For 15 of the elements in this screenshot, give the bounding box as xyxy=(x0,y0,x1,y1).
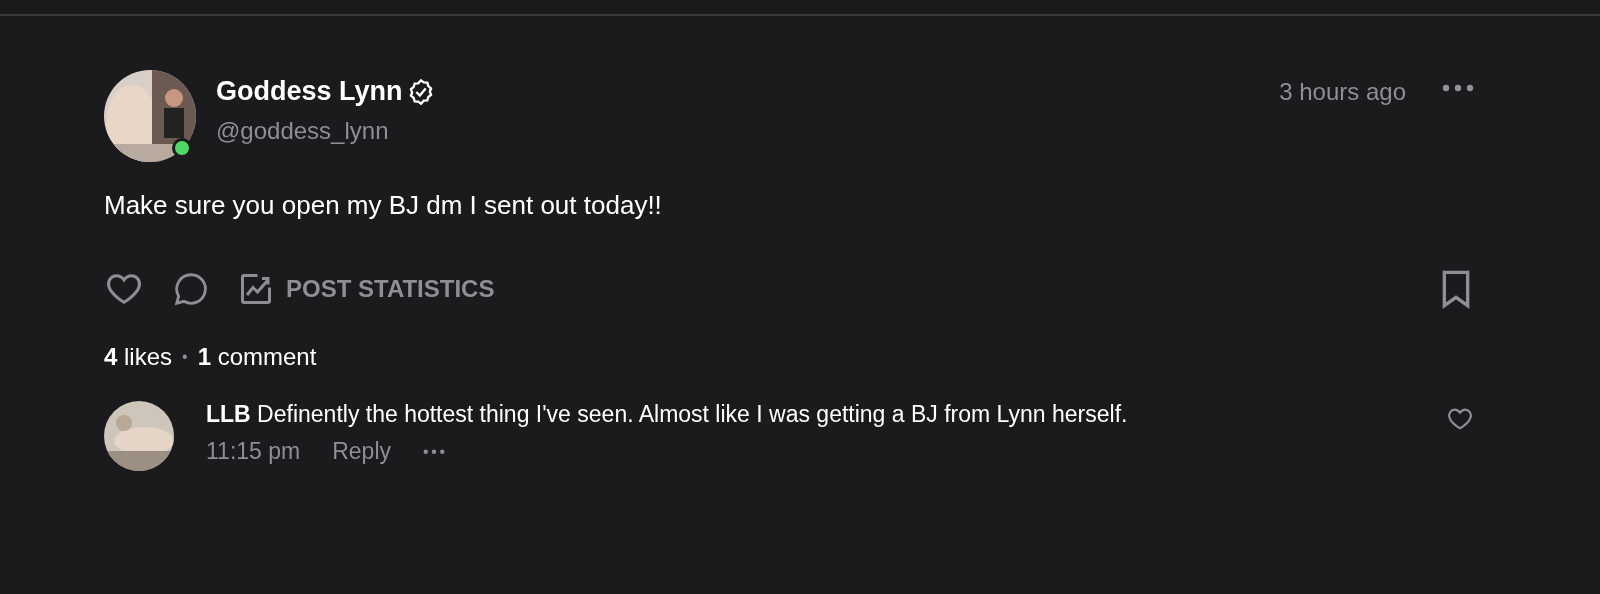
comment-icon[interactable] xyxy=(172,270,210,308)
likes-count: 4 likes xyxy=(104,343,173,371)
more-icon[interactable] xyxy=(423,448,445,455)
post-time: 3 hours ago xyxy=(1279,77,1406,106)
author-name: Goddess Lynn xyxy=(216,76,403,107)
author-handle: @goddess_lynn xyxy=(216,117,390,145)
post-statistics-button[interactable]: POST STATISTICS xyxy=(238,271,495,307)
comments-count: 1 comment xyxy=(197,343,317,371)
more-icon[interactable] xyxy=(1442,84,1474,92)
comment-text: LLB Definently the hottest thing I've seen. Almost like I was getting a BJ from Lynn herself. xyxy=(206,401,1129,428)
post-text: Make sure you open my BJ dm I sent out today!! xyxy=(104,190,663,221)
separator-dot: • xyxy=(182,348,188,366)
chart-icon xyxy=(238,271,274,307)
comment-time: 11:15 pm xyxy=(206,438,301,465)
reply-link[interactable]: Reply xyxy=(332,438,391,465)
